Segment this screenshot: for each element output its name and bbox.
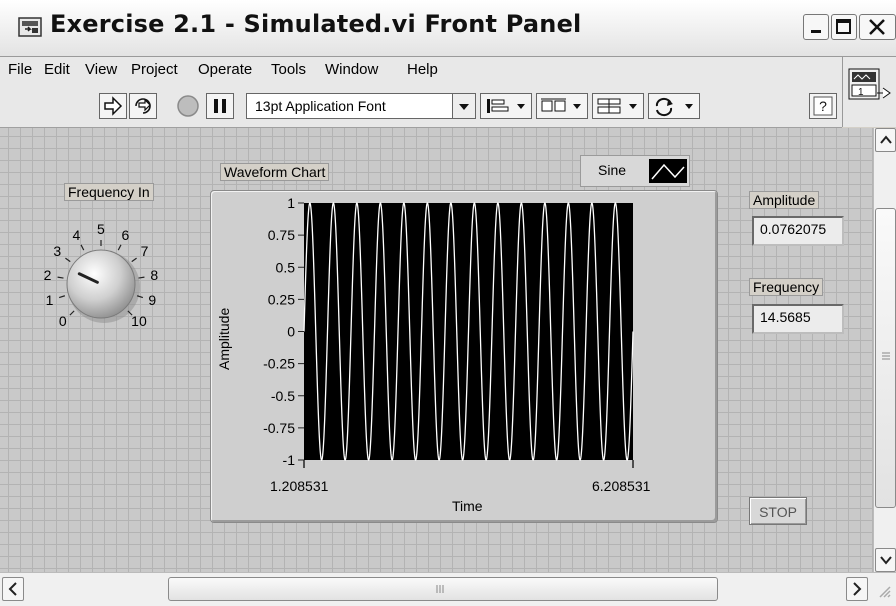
y-axis: 1 0.75 0.5 0.25 0 -0.25 -0.5 -0.75 -1 [263,195,304,468]
chevron-down-icon [880,556,892,565]
horizontal-scroll-thumb[interactable] [168,577,718,601]
y-tick-label: 0.75 [268,227,295,243]
y-tick-label: 0 [287,324,295,340]
chevron-up-icon [880,135,892,144]
frequency-label: Frequency [749,278,824,296]
grip-icon [882,352,890,360]
x-axis-max-label: 6.208531 [592,478,651,494]
vertical-scroll-thumb[interactable] [875,208,896,508]
labview-window: Exercise 2.1 - Simulated.vi Front Panel … [0,0,896,606]
x-axis [303,460,634,468]
horizontal-scrollbar[interactable] [0,572,896,606]
chevron-left-icon [8,582,17,596]
y-axis-label: Amplitude [216,307,232,370]
y-tick-label: 1 [287,195,295,211]
x-axis-label: Time [452,498,483,514]
scroll-left-button[interactable] [2,577,24,601]
amplitude-indicator: 0.0762075 [752,216,844,246]
stop-button[interactable]: STOP [749,497,807,525]
x-axis-min-label: 1.208531 [270,478,329,494]
y-tick-label: -0.5 [271,388,295,404]
frequency-indicator: 14.5685 [752,304,844,334]
scroll-down-button[interactable] [875,548,896,572]
amplitude-label: Amplitude [749,191,820,209]
vertical-scrollbar[interactable] [873,128,896,572]
grip-icon [436,585,444,593]
y-tick-label: 0.25 [268,291,295,307]
y-tick-label: 0.5 [276,259,296,275]
y-tick-label: -0.25 [263,356,295,372]
scroll-up-button[interactable] [875,128,896,152]
resize-grip-icon[interactable] [874,581,894,601]
scroll-right-button[interactable] [846,577,868,601]
y-tick-label: -1 [283,452,296,468]
chevron-right-icon [853,582,862,596]
y-tick-label: -0.75 [263,420,295,436]
